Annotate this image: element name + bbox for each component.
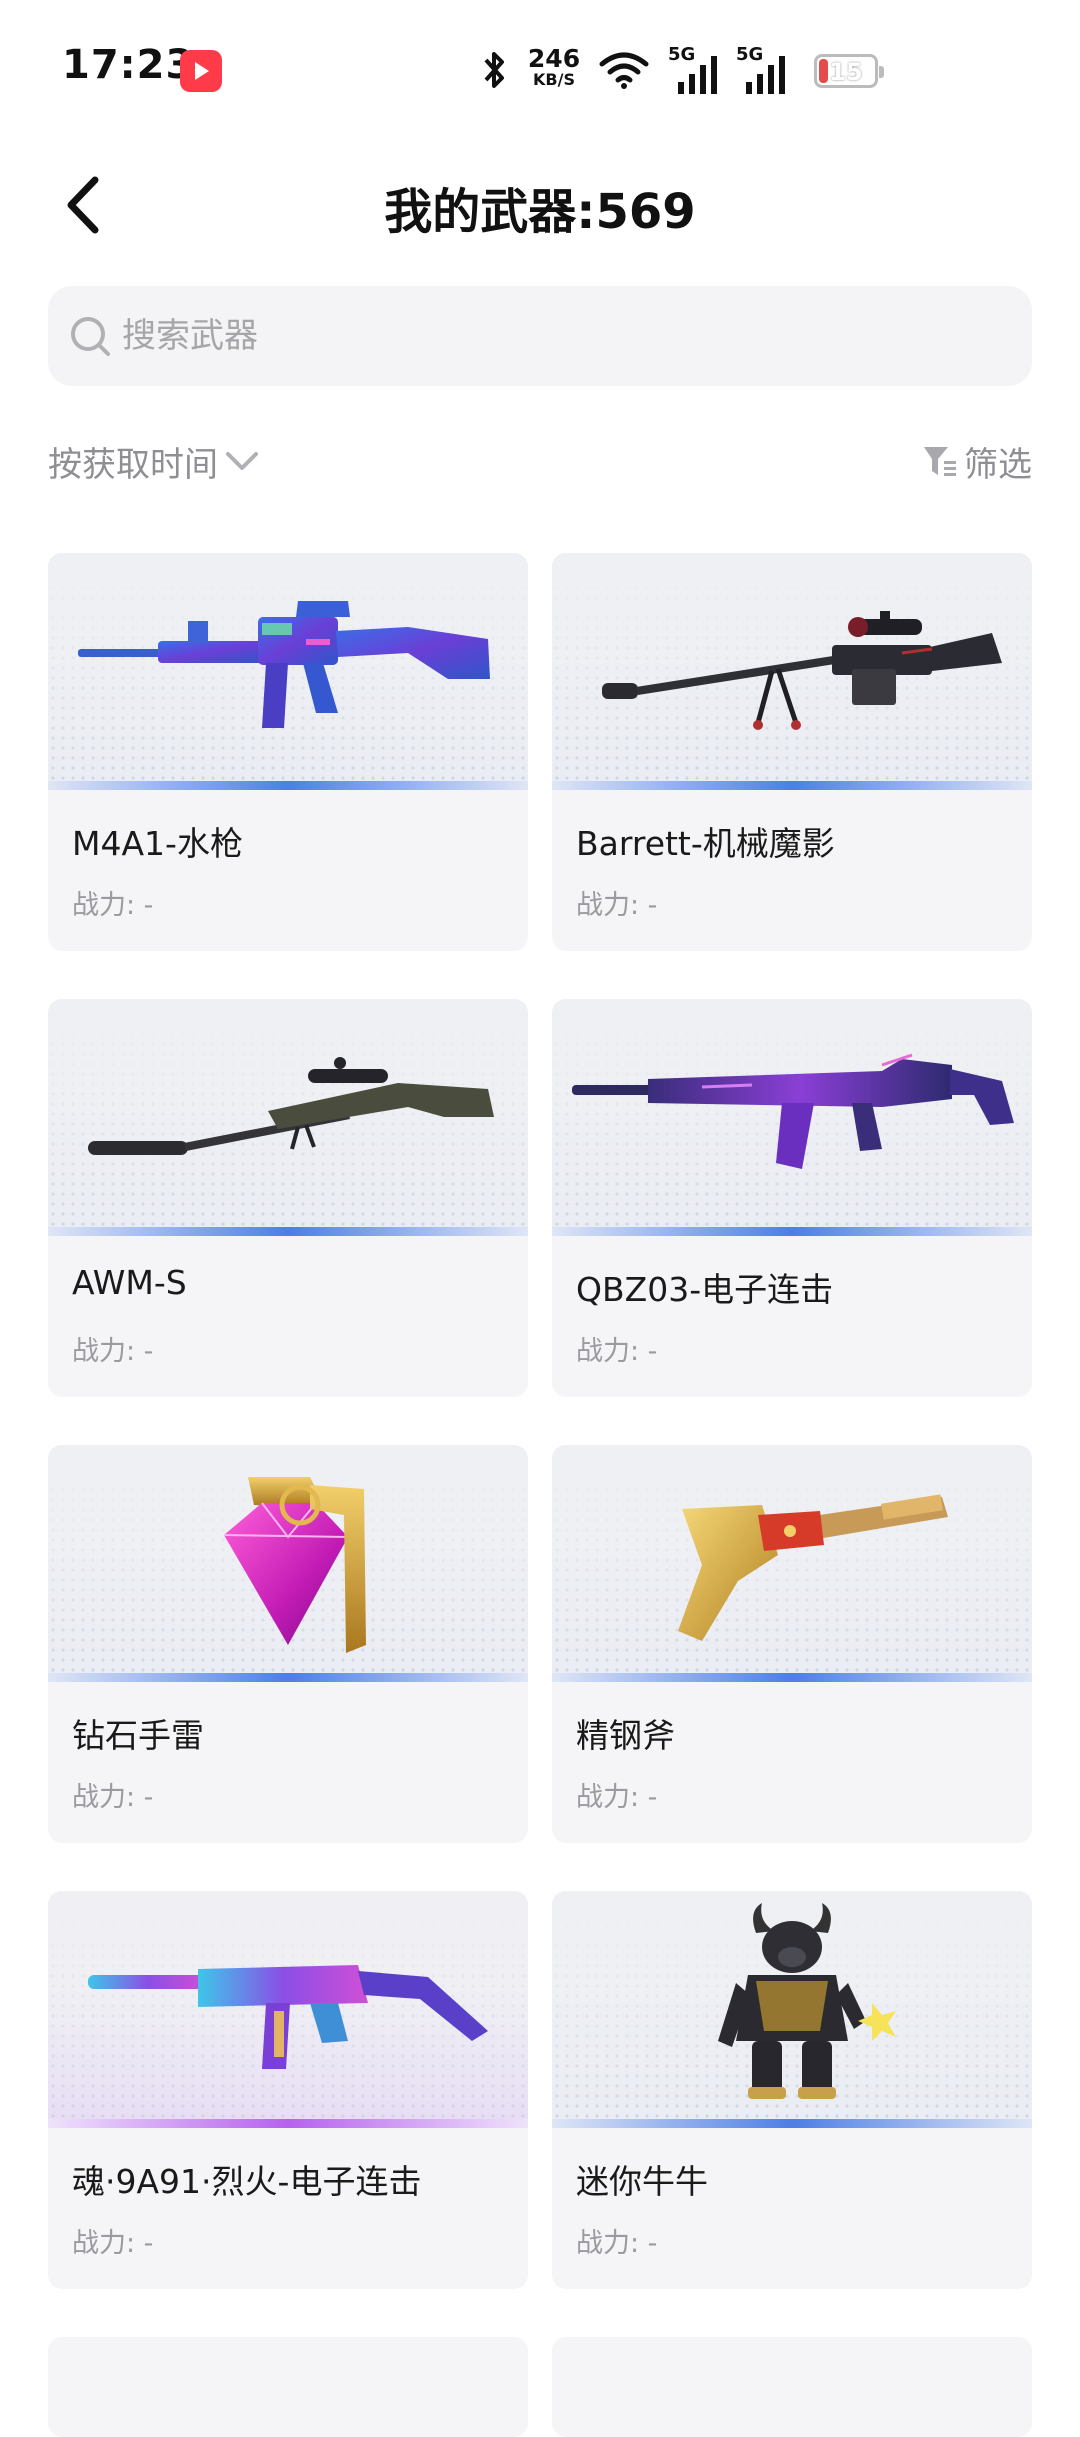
search-input[interactable] [122,286,1002,386]
weapon-power: 战力: - [576,2228,658,2259]
signal-5g-1: 5G [668,44,724,94]
weapon-name: Barrett-机械魔影 [576,824,835,863]
weapon-card[interactable]: 迷你牛牛 战力: - [552,1891,1032,2289]
signal-icon [678,56,717,94]
sniper-rifle-icon [602,611,1002,730]
weapon-name: QBZ03-电子连击 [576,1270,834,1309]
weapon-image [552,1891,1032,2128]
filter-icon [924,447,956,476]
rarity-bar [48,781,528,790]
net-speed-unit: KB/S [533,70,575,89]
rarity-bar [48,1673,528,1682]
wifi-icon [599,52,649,89]
assault-rifle-icon [572,1053,1014,1169]
weapon-image [48,553,528,790]
assault-rifle-icon [78,601,490,728]
weapon-card[interactable]: 精钢斧 战力: - [552,1445,1032,1843]
status-icons: 246 KB/S 5G 5G 15 [480,40,1040,100]
weapon-card[interactable]: AWM-S 战力: - [48,999,528,1397]
sort-label: 按获取时间 [48,444,218,485]
signal-5g-2: 5G [736,44,792,94]
weapon-power: 战力: - [576,890,658,921]
rarity-bar [552,1673,1032,1682]
bluetooth-icon [484,52,504,88]
weapon-card[interactable]: QBZ03-电子连击 战力: - [552,999,1032,1397]
net-speed: 246 KB/S [522,46,586,88]
weapon-name: 精钢斧 [576,1716,675,1755]
status-bar: 17:23 246 KB/S 5G 5G 15 [0,0,1080,140]
weapon-card-partial[interactable] [552,2337,1032,2437]
weapon-card[interactable]: 魂·9A91·烈火-电子连击 战力: - [48,1891,528,2289]
page-title: 我的武器:569 [384,184,696,240]
filter-label: 筛选 [964,444,1032,485]
weapon-card-partial[interactable] [48,2337,528,2437]
weapon-image [552,553,1032,790]
battery-tip [879,66,884,78]
weapon-image [48,1445,528,1682]
weapon-name: AWM-S [72,1263,187,1302]
weapon-name: 魂·9A91·烈火-电子连击 [72,2162,422,2201]
rarity-bar [552,1227,1032,1236]
rarity-bar [48,2119,528,2128]
weapon-power: 战力: - [72,1782,154,1813]
search-box[interactable] [48,286,1032,386]
weapon-card[interactable]: M4A1-水枪 战力: - [48,553,528,951]
weapon-image [552,1445,1032,1682]
weapon-name: 迷你牛牛 [576,2162,708,2201]
status-time: 17:23 [62,42,195,88]
red-play-icon [180,50,222,92]
weapon-image [48,999,528,1236]
weapon-power: 战力: - [72,890,154,921]
filter-button[interactable]: 筛选 [922,436,1032,486]
chevron-down-icon [226,452,258,470]
weapon-image [48,1891,528,2128]
weapon-power: 战力: - [576,1336,658,1367]
weapon-power: 战力: - [72,1336,154,1367]
search-icon [71,317,110,356]
weapon-name: M4A1-水枪 [72,824,243,863]
axe-icon [678,1494,948,1641]
weapon-card[interactable]: Barrett-机械魔影 战力: - [552,553,1032,951]
sort-dropdown[interactable]: 按获取时间 [48,436,260,486]
rarity-bar [552,2119,1032,2128]
rarity-bar [552,781,1032,790]
sniper-rifle-icon [88,1057,494,1155]
weapon-power: 战力: - [72,2228,154,2259]
weapon-image [552,999,1032,1236]
weapon-power: 战力: - [576,1782,658,1813]
battery-level: 15 [829,58,863,86]
weapon-name: 钻石手雷 [72,1716,204,1755]
smg-icon [88,1965,488,2069]
net-speed-value: 246 [527,44,581,73]
signal-icon [746,56,785,94]
bull-character-icon [718,1903,896,2099]
weapon-card[interactable]: 钻石手雷 战力: - [48,1445,528,1843]
nav-bar: 我的武器:569 [0,150,1080,260]
diamond-grenade-icon [223,1477,366,1653]
battery-icon: 15 [814,54,884,88]
rarity-bar [48,1227,528,1236]
